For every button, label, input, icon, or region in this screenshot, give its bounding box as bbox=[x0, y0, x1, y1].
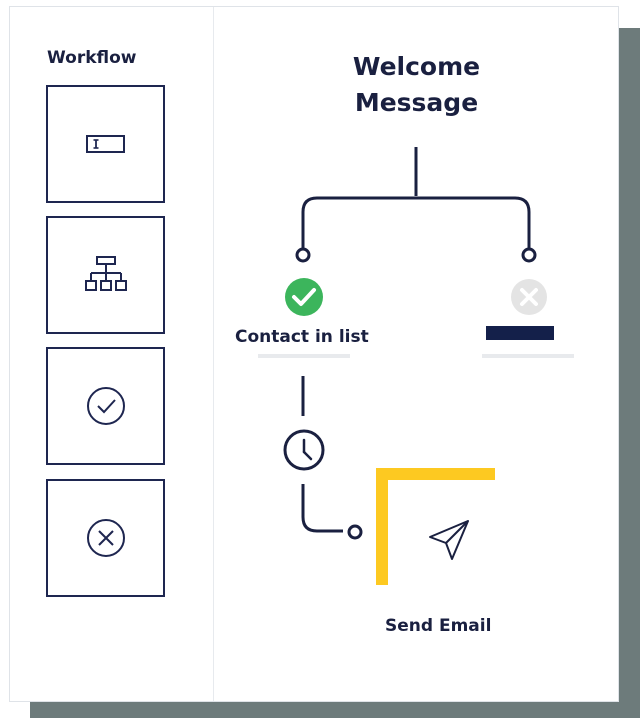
no-x-icon bbox=[511, 279, 547, 315]
delay-connector-bottom bbox=[301, 484, 343, 533]
clock-icon bbox=[283, 429, 325, 471]
yes-check-icon bbox=[285, 278, 323, 316]
flow-connectors bbox=[283, 147, 547, 585]
branch-connector bbox=[301, 196, 531, 249]
yes-branch-label: Contact in list bbox=[235, 327, 369, 347]
yes-branch-underline bbox=[258, 354, 350, 358]
send-icon bbox=[429, 520, 469, 560]
no-branch-label-placeholder bbox=[486, 326, 554, 340]
yes-branch-node bbox=[295, 247, 311, 263]
no-branch-underline bbox=[482, 354, 574, 358]
email-node bbox=[347, 524, 363, 540]
no-branch-node bbox=[521, 247, 537, 263]
send-email-label: Send Email bbox=[385, 616, 492, 636]
send-email-action[interactable] bbox=[390, 481, 508, 599]
